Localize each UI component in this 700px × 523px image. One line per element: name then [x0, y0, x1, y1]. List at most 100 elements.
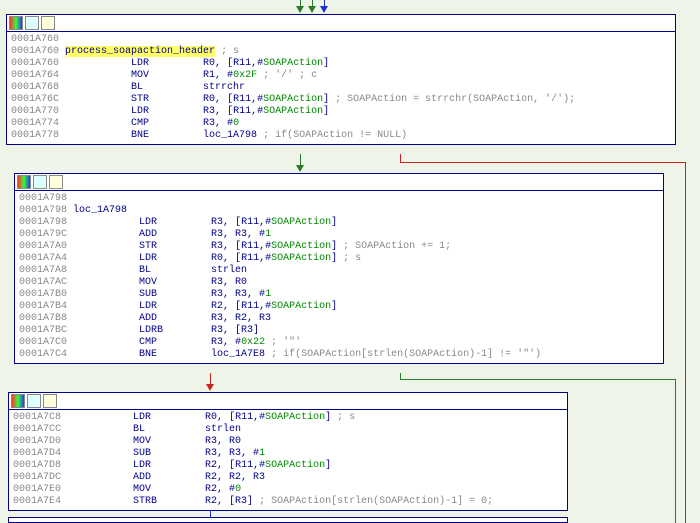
mnemonic: LDR — [131, 106, 203, 117]
address: 0001A7A8 — [19, 265, 67, 276]
code-line[interactable]: 0001A7DC ADD R2, R2, R3 — [13, 472, 563, 484]
code-line[interactable]: 0001A7C0 CMP R3, #0x22 ; '"' — [19, 337, 659, 349]
code-line[interactable]: 0001A7D0 MOV R3, R0 — [13, 436, 563, 448]
mnemonic: LDR — [131, 58, 203, 69]
view-icon[interactable] — [25, 16, 39, 30]
code-line[interactable]: 0001A768 BL strrchr — [11, 82, 671, 94]
basic-block-1[interactable]: 0001A760 0001A760 process_soapaction_hea… — [6, 14, 676, 145]
mnemonic: ADD — [133, 472, 205, 483]
address: 0001A7B8 — [19, 313, 67, 324]
comment: ; '/' ; c — [257, 70, 317, 81]
arrow-down-red-icon — [206, 384, 214, 391]
edge-1-false-red-h — [400, 162, 685, 163]
address: 0001A7E4 — [13, 496, 61, 507]
code-line[interactable]: 0001A7B8 ADD R3, R2, R3 — [19, 313, 659, 325]
address: 0001A760 — [11, 46, 59, 57]
code-line[interactable]: 0001A7E4 STRB R2, [R3] ; SOAPAction[strl… — [13, 496, 563, 508]
address: 0001A7D8 — [13, 460, 61, 471]
address: 0001A768 — [11, 82, 59, 93]
code-line[interactable]: 0001A7E0 MOV R2, #0 — [13, 484, 563, 496]
arrow-down-green-icon — [296, 165, 304, 172]
basic-block-2[interactable]: 0001A798 0001A798 loc_1A7980001A798 LDR … — [14, 173, 664, 364]
mnemonic: STR — [139, 241, 211, 252]
comment: ; '"' — [265, 337, 301, 348]
mnemonic: LDR — [139, 301, 211, 312]
local-label[interactable]: loc_1A798 — [73, 205, 127, 216]
address: 0001A774 — [11, 118, 59, 129]
comment: ; s — [215, 46, 239, 57]
code-line[interactable]: 0001A764 MOV R1, #0x2F ; '/' ; c — [11, 70, 671, 82]
code-line[interactable]: 0001A7C8 LDR R0, [R11,#SOAPAction] ; s — [13, 412, 563, 424]
code-line[interactable]: 0001A760 — [11, 34, 671, 46]
address: 0001A770 — [11, 106, 59, 117]
basic-block-4-preview[interactable] — [8, 517, 568, 523]
address: 0001A760 — [11, 34, 59, 45]
address: 0001A7AC — [19, 277, 67, 288]
code-line[interactable]: 0001A7C4 BNE loc_1A7E8 ; if(SOAPAction[s… — [19, 349, 659, 361]
comment: ; SOAPAction = strrchr(SOAPAction, '/'); — [329, 94, 575, 105]
code-line[interactable]: 0001A7CC BL strlen — [13, 424, 563, 436]
mnemonic: LDR — [133, 412, 205, 423]
save-icon[interactable] — [41, 16, 55, 30]
color-icon[interactable] — [17, 175, 31, 189]
address: 0001A798 — [19, 217, 67, 228]
save-icon[interactable] — [49, 175, 63, 189]
address: 0001A7C0 — [19, 337, 67, 348]
basic-block-3[interactable]: 0001A7C8 LDR R0, [R11,#SOAPAction] ; s00… — [8, 392, 568, 511]
address: 0001A79C — [19, 229, 67, 240]
code-line[interactable]: 0001A7BC LDRB R3, [R3] — [19, 325, 659, 337]
mnemonic: STRB — [133, 496, 205, 507]
code-line[interactable]: 0001A7D8 LDR R2, [R11,#SOAPAction] — [13, 460, 563, 472]
code-line[interactable]: 0001A760 process_soapaction_header ; s — [11, 46, 671, 58]
address: 0001A7CC — [13, 424, 61, 435]
address: 0001A798 — [19, 205, 67, 216]
mnemonic: BL — [133, 424, 205, 435]
mnemonic: CMP — [139, 337, 211, 348]
code-line[interactable]: 0001A7A4 LDR R0, [R11,#SOAPAction] ; s — [19, 253, 659, 265]
code-line[interactable]: 0001A79C ADD R3, R3, #1 — [19, 229, 659, 241]
mnemonic: BNE — [131, 130, 203, 141]
code-line[interactable]: 0001A798 loc_1A798 — [19, 205, 659, 217]
mnemonic — [131, 34, 203, 45]
code-line[interactable]: 0001A798 — [19, 193, 659, 205]
address: 0001A7C8 — [13, 412, 61, 423]
address: 0001A7C4 — [19, 349, 67, 360]
code-line[interactable]: 0001A770 LDR R3, [R11,#SOAPAction] — [11, 106, 671, 118]
code-line[interactable]: 0001A7D4 SUB R3, R3, #1 — [13, 448, 563, 460]
edge-2-branch-green-v2 — [675, 379, 676, 523]
function-name[interactable]: process_soapaction_header — [65, 46, 215, 57]
code-line[interactable]: 0001A778 BNE loc_1A798 ; if(SOAPAction !… — [11, 130, 671, 142]
mnemonic: BL — [139, 265, 211, 276]
code-line[interactable]: 0001A7A0 STR R3, [R11,#SOAPAction] ; SOA… — [19, 241, 659, 253]
code-line[interactable]: 0001A7B4 LDR R2, [R11,#SOAPAction] — [19, 301, 659, 313]
block-toolbar — [9, 393, 567, 410]
color-icon[interactable] — [9, 16, 23, 30]
code-line[interactable]: 0001A7B0 SUB R3, R3, #1 — [19, 289, 659, 301]
mnemonic: MOV — [139, 277, 211, 288]
address: 0001A7BC — [19, 325, 67, 336]
address: 0001A764 — [11, 70, 59, 81]
block-toolbar — [7, 15, 675, 32]
code-line[interactable]: 0001A7AC MOV R3, R0 — [19, 277, 659, 289]
address: 0001A7D4 — [13, 448, 61, 459]
arrow-down-green-icon — [296, 6, 304, 13]
code-line[interactable]: 0001A774 CMP R3, #0 — [11, 118, 671, 130]
code-line[interactable]: 0001A798 LDR R3, [R11,#SOAPAction] — [19, 217, 659, 229]
color-icon[interactable] — [11, 394, 25, 408]
save-icon[interactable] — [43, 394, 57, 408]
mnemonic — [139, 193, 211, 204]
address: 0001A7DC — [13, 472, 61, 483]
comment: ; s — [331, 412, 355, 423]
code-line[interactable]: 0001A76C STR R0, [R11,#SOAPAction] ; SOA… — [11, 94, 671, 106]
graph-canvas[interactable]: 0001A760 0001A760 process_soapaction_hea… — [0, 0, 700, 523]
view-icon[interactable] — [27, 394, 41, 408]
code-line[interactable]: 0001A760 LDR R0, [R11,#SOAPAction] — [11, 58, 671, 70]
mnemonic: BNE — [139, 349, 211, 360]
mnemonic: MOV — [133, 484, 205, 495]
mnemonic: STR — [131, 94, 203, 105]
address: 0001A778 — [11, 130, 59, 141]
view-icon[interactable] — [33, 175, 47, 189]
code-line[interactable]: 0001A7A8 BL strlen — [19, 265, 659, 277]
comment: ; if(SOAPAction != NULL) — [257, 130, 407, 141]
mnemonic: BL — [131, 82, 203, 93]
